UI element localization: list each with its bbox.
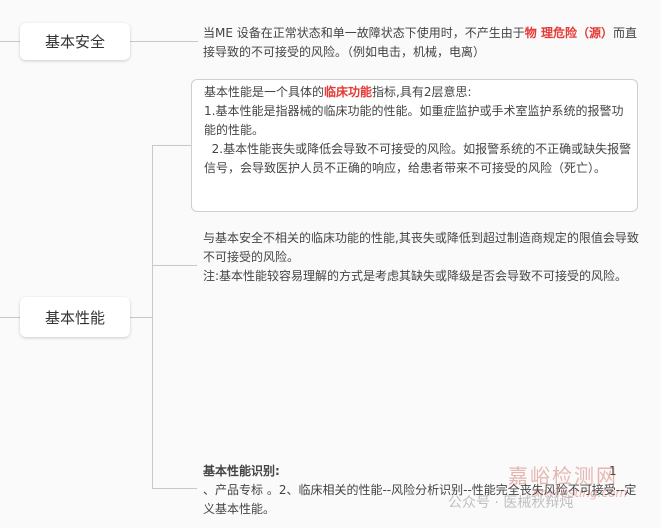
safety-highlight-physical-hazard: 物 理危险（源） — [524, 26, 613, 40]
safety-description: 当ME 设备在正常状态和单一故障状态下使用时，不产生由于物 理危险（源）而直接导… — [203, 24, 643, 62]
connector-to-identification — [152, 488, 197, 489]
basic-performance-meaning-box: 基本性能是一个具体的临床功能指标,具有2层意思: 1.基本性能是指器械的临床功能… — [191, 79, 638, 212]
connector-performance-left — [0, 317, 20, 318]
meaning-highlight-clinical-function: 临床功能 — [324, 85, 373, 99]
node-basic-performance[interactable]: 基本性能 — [20, 297, 130, 337]
node-basic-performance-label: 基本性能 — [44, 308, 105, 327]
meaning-point-1: 1.基本性能是指器械的临床功能的性能。如重症监护或手术室监护系统的报警功能的性能… — [204, 104, 624, 137]
connector-to-definition — [152, 265, 197, 266]
safety-text-part1: 当ME 设备在正常状态和单一故障状态下使用时，不产生由于 — [203, 26, 525, 40]
node-basic-safety-label: 基本安全 — [44, 33, 105, 51]
meaning-line1-post: 指标,具有2层意思: — [372, 85, 472, 99]
connector-performance-stub — [130, 317, 152, 318]
meaning-line1-pre: 基本性能是一个具体的 — [204, 85, 325, 99]
definition-note: 注:基本性能较容易理解的方式是考虑其缺失或降级是否会导致不可接受的风险。 — [203, 269, 628, 283]
connector-to-basic-box — [152, 145, 191, 146]
identification-title: 基本性能识别: — [203, 464, 280, 478]
connector-safety-right — [130, 41, 198, 42]
connector-safety-left — [0, 41, 20, 42]
watermark-account: 公众号 · 医械秋辩炖 — [448, 495, 574, 511]
basic-performance-definition: 与基本安全不相关的临床功能的性能,其丧失或降低到超过制造商规定的限值会导致不可接… — [203, 229, 643, 286]
watermark-brand: 嘉峪检测网 — [508, 464, 618, 488]
definition-text: 与基本安全不相关的临床功能的性能,其丧失或降低到超过制造商规定的限值会导致不可接… — [203, 231, 639, 264]
connector-performance-trunk — [152, 145, 153, 488]
node-basic-safety[interactable]: 基本安全 — [20, 23, 130, 60]
basic-performance-meaning-text: 基本性能是一个具体的临床功能指标,具有2层意思: 1.基本性能是指器械的临床功能… — [204, 83, 634, 178]
meaning-point-2: 2.基本性能丧失或降低会导致不可接受的风险。如报警系统的不正确或缺失报警信号，会… — [204, 142, 632, 175]
watermark: 嘉峪检测网 AnyTesting.com 公众号 · 医械秋辩炖 — [448, 456, 658, 526]
